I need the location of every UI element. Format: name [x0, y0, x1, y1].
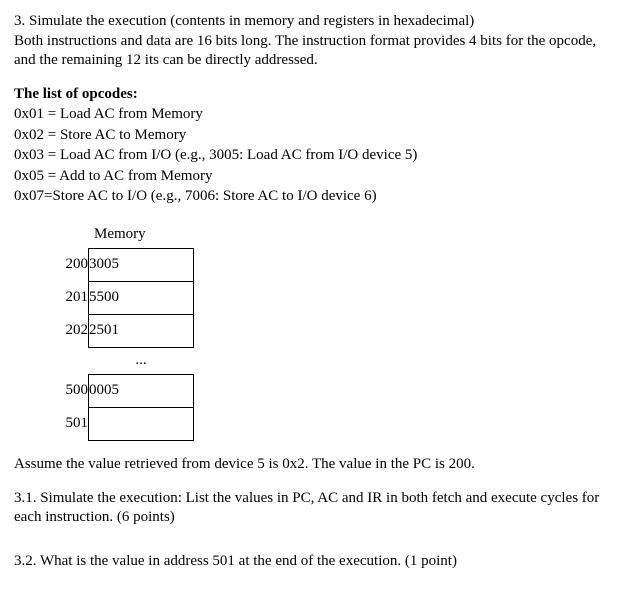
- mem-cell: [89, 408, 194, 441]
- mem-cell: 3005: [89, 249, 194, 282]
- opcode-line: 0x02 = Store AC to Memory: [14, 126, 617, 146]
- mem-addr: 501: [54, 408, 89, 441]
- ellipsis-row: ...: [54, 348, 194, 375]
- q3-prompt: 3. Simulate the execution (contents in m…: [14, 12, 617, 32]
- mem-cell: 2501: [89, 315, 194, 348]
- assumption-text: Assume the value retrieved from device 5…: [14, 455, 617, 475]
- memory-table: 200 3005 201 5500 202 2501 ... 500 0005 …: [54, 248, 194, 441]
- opcode-line: 0x07=Store AC to I/O (e.g., 7006: Store …: [14, 187, 617, 207]
- opcode-line: 0x03 = Load AC from I/O (e.g., 3005: Loa…: [14, 146, 617, 166]
- table-row: 201 5500: [54, 282, 194, 315]
- mem-addr: 201: [54, 282, 89, 315]
- table-row: 501: [54, 408, 194, 441]
- mem-addr: 202: [54, 315, 89, 348]
- question-3-1: 3.1. Simulate the execution: List the va…: [14, 489, 617, 528]
- opcodes-title: The list of opcodes:: [14, 85, 617, 105]
- question-3-header: 3. Simulate the execution (contents in m…: [14, 12, 617, 71]
- memory-label: Memory: [94, 225, 617, 245]
- opcode-line: 0x05 = Add to AC from Memory: [14, 167, 617, 187]
- table-row: 200 3005: [54, 249, 194, 282]
- ellipsis: ...: [89, 348, 194, 375]
- mem-cell: 0005: [89, 375, 194, 408]
- mem-addr: 200: [54, 249, 89, 282]
- mem-cell: 5500: [89, 282, 194, 315]
- table-row: 202 2501: [54, 315, 194, 348]
- question-3-2: 3.2. What is the value in address 501 at…: [14, 552, 617, 572]
- mem-addr: 500: [54, 375, 89, 408]
- q3-desc: Both instructions and data are 16 bits l…: [14, 32, 617, 71]
- opcodes-list: The list of opcodes: 0x01 = Load AC from…: [14, 85, 617, 207]
- table-row: 500 0005: [54, 375, 194, 408]
- memory-diagram: Memory 200 3005 201 5500 202 2501 ... 50…: [14, 225, 617, 442]
- opcode-line: 0x01 = Load AC from Memory: [14, 105, 617, 125]
